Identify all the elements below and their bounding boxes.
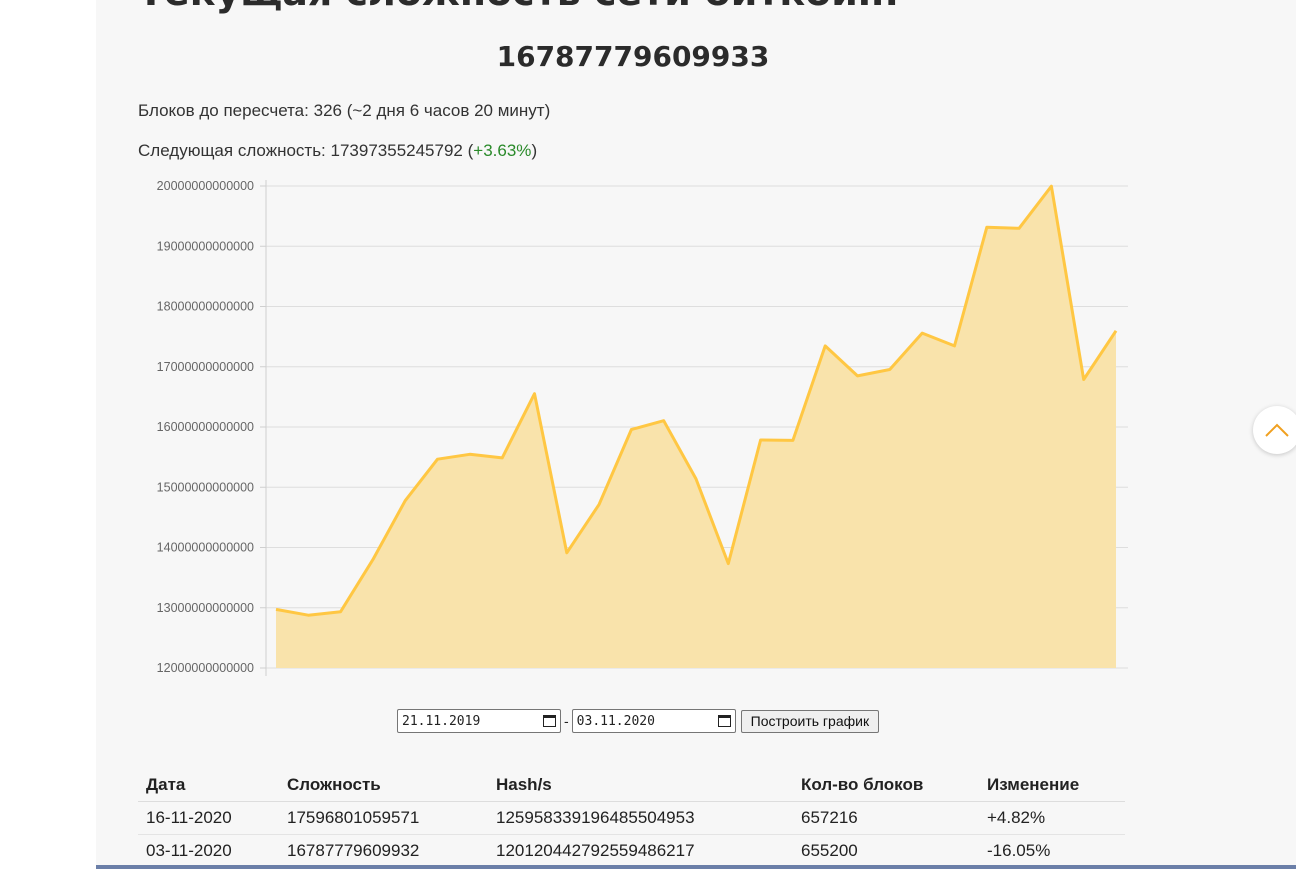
difficulty-chart: 20000000000000 19000000000000 180000000000…: [157, 179, 1128, 676]
calendar-icon[interactable]: [543, 715, 556, 727]
scroll-to-top-button[interactable]: [1253, 406, 1296, 454]
cell-hashrate: 120120442792559486217: [488, 835, 793, 868]
chevron-up-icon: [1265, 423, 1289, 437]
cell-date: 16-11-2020: [138, 802, 279, 835]
y-tick-label: 15000000000000: [157, 480, 254, 494]
blocks-to-retarget-value: 326 (~2 дня 6 часов 20 минут): [313, 101, 551, 120]
cell-change: +4.82%: [979, 802, 1125, 835]
table-row: 03-11-2020 16787779609932 12012044279255…: [138, 835, 1125, 868]
y-tick-label: 20000000000000: [157, 179, 254, 193]
date-to-input[interactable]: 03.11.2020: [571, 709, 736, 733]
cell-blocks: 657216: [793, 802, 979, 835]
bottom-border: [96, 865, 1296, 869]
cell-difficulty: 17596801059571: [279, 802, 488, 835]
main-content: Текущая сложность сети биткоин: 16787779…: [96, 0, 1296, 869]
cell-date: 03-11-2020: [138, 835, 279, 868]
next-difficulty-change-value: +3.63%: [473, 141, 532, 160]
column-header-hashrate: Hash/s: [488, 769, 793, 802]
y-tick-label: 18000000000000: [157, 300, 254, 314]
column-header-change: Изменение: [979, 769, 1125, 802]
column-header-difficulty: Сложность: [279, 769, 488, 802]
y-tick-label: 14000000000000: [157, 541, 254, 555]
date-separator: -: [564, 713, 569, 729]
next-difficulty-label: Следующая сложность:: [138, 141, 326, 160]
column-header-blocks: Кол-во блоков: [793, 769, 979, 802]
y-tick-label: 19000000000000: [157, 239, 254, 253]
y-tick-label: 17000000000000: [157, 360, 254, 374]
current-difficulty: 16787779609933: [496, 40, 770, 73]
table-row: 16-11-2020 17596801059571 12595833919648…: [138, 802, 1125, 835]
blocks-to-retarget: Блоков до пересчета: 326 (~2 дня 6 часов…: [138, 101, 550, 121]
y-tick-label: 13000000000000: [157, 601, 254, 615]
calendar-icon[interactable]: [717, 715, 731, 727]
cell-change: -16.05%: [979, 835, 1125, 868]
date-from-input[interactable]: 21.11.2019: [397, 709, 561, 733]
chart-controls: 21.11.2019 - 03.11.2020 Построить график: [397, 709, 880, 733]
blocks-to-retarget-label: Блоков до пересчета:: [138, 101, 309, 120]
table-header-row: Дата Сложность Hash/s Кол-во блоков Изме…: [138, 769, 1125, 802]
cell-difficulty: 16787779609932: [279, 835, 488, 868]
cell-blocks: 655200: [793, 835, 979, 868]
date-to-value: 03.11.2020: [576, 713, 655, 729]
build-chart-button[interactable]: Построить график: [740, 709, 880, 733]
next-difficulty: Следующая сложность: 17397355245792 (+3.…: [138, 141, 537, 161]
column-header-date: Дата: [138, 769, 279, 802]
next-difficulty-change: (+3.63%): [467, 141, 538, 160]
cell-hashrate: 125958339196485504953: [488, 802, 793, 835]
date-from-value: 21.11.2019: [402, 713, 481, 729]
next-difficulty-value: 17397355245792: [330, 141, 463, 160]
y-tick-label: 12000000000000: [157, 661, 254, 675]
page-title: Текущая сложность сети биткоин:: [138, 0, 899, 14]
difficulty-history-table: Дата Сложность Hash/s Кол-во блоков Изме…: [138, 769, 1125, 868]
y-tick-label: 16000000000000: [157, 420, 254, 434]
